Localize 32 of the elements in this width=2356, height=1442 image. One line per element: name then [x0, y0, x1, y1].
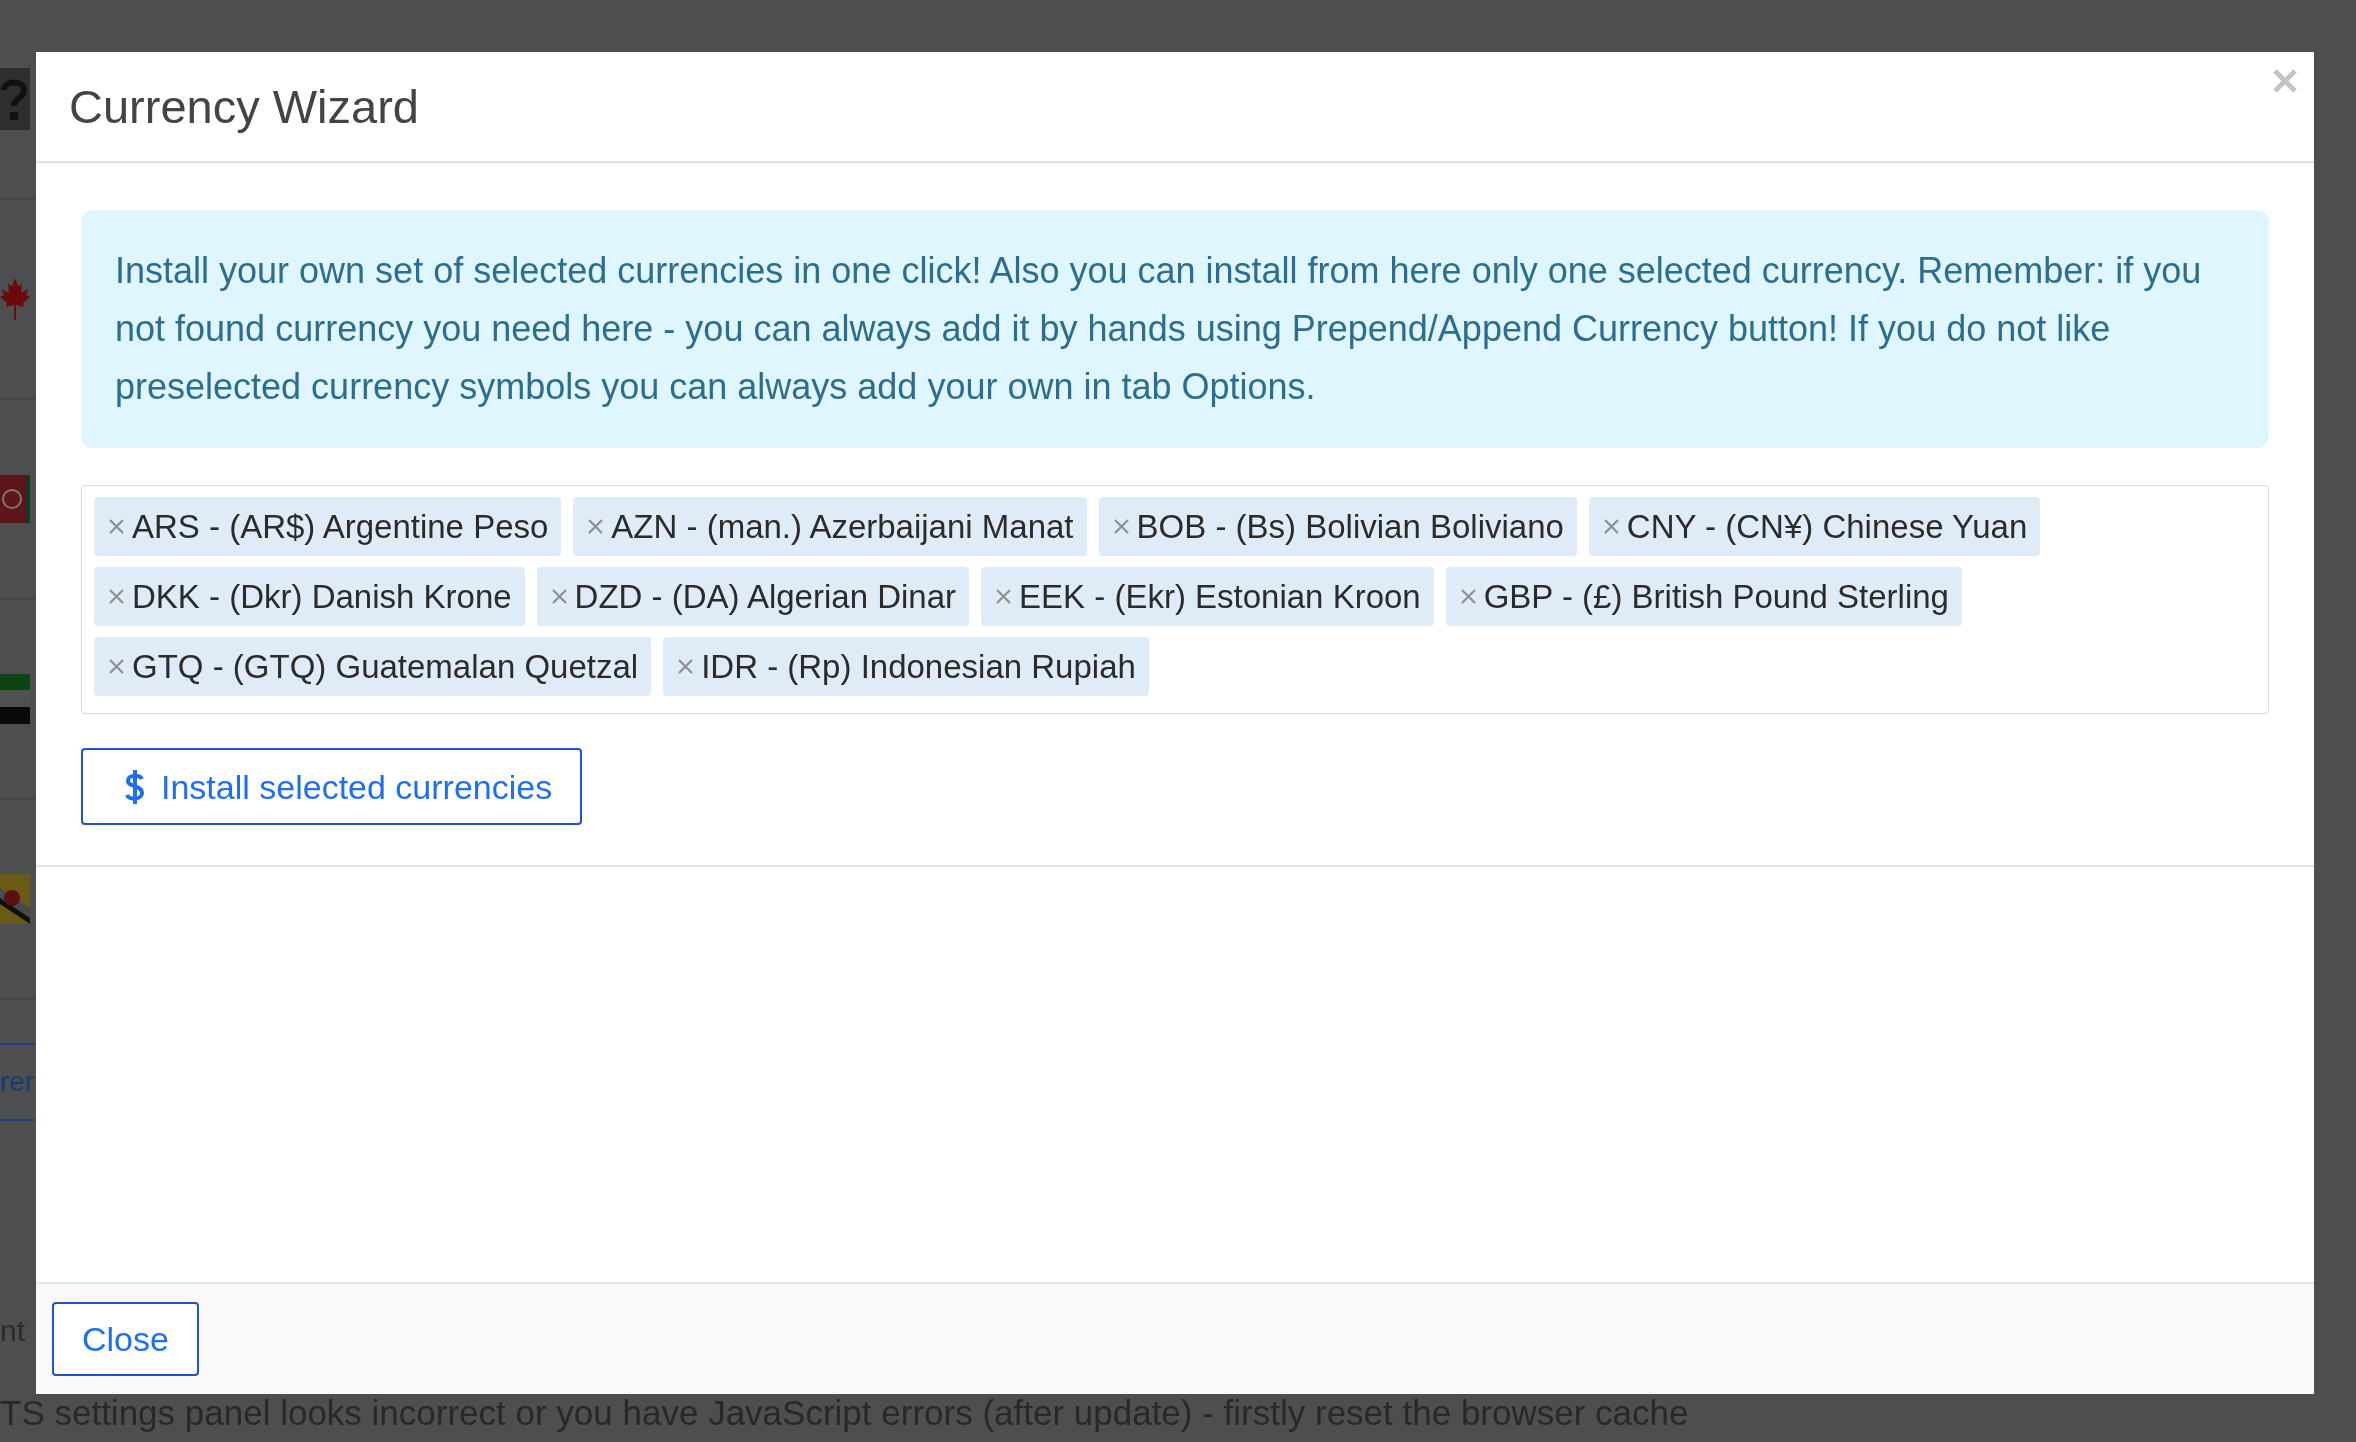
remove-icon[interactable]	[1603, 519, 1619, 534]
close-button[interactable]: Close	[52, 1302, 199, 1376]
remove-icon[interactable]	[996, 589, 1012, 604]
flag-icon	[0, 874, 30, 924]
remove-icon[interactable]	[588, 519, 604, 534]
currency-select-field[interactable]	[81, 485, 2269, 714]
flag-icon	[0, 475, 30, 523]
currency-label: DKK - (Dkr) Danish Krone	[132, 576, 512, 617]
dollar-icon	[125, 769, 145, 804]
currency-label: GTQ - (GTQ) Guatemalan Quetzal	[132, 646, 639, 687]
install-button[interactable]: Install selected currencies	[81, 748, 583, 825]
question-mark-icon	[0, 68, 30, 130]
currency-label: ARS - (AR$) Argentine Peso	[132, 506, 549, 547]
currency-label: CNY - (CN¥) Chinese Yuan	[1626, 506, 2028, 547]
remove-icon[interactable]	[109, 659, 124, 674]
remove-icon[interactable]	[1113, 519, 1129, 534]
currency-label: DZD - (DA) Algerian Dinar	[574, 576, 957, 617]
flag-icon	[0, 674, 30, 724]
currency-label: AZN - (man.) Azerbaijani Manat	[611, 506, 1074, 547]
maple-leaf-icon	[0, 278, 30, 320]
remove-icon[interactable]	[1460, 589, 1476, 604]
info-message: Install your own set of selected currencies in one click! Also you can install from here only one selected currency. Remember: if you not found currency you need here - you can always add it by hands using Prepend/Append Currency button! If you do not like preselected currency symbols you can always add your own in tab Options.	[81, 210, 2269, 448]
remove-icon[interactable]	[109, 589, 124, 604]
currency-label: GBP - (£) British Pound Sterling	[1483, 576, 1949, 617]
close-icon[interactable]	[2272, 68, 2298, 94]
remove-icon[interactable]	[678, 659, 694, 674]
currency-label: BOB - (Bs) Bolivian Boliviano	[1136, 506, 1564, 547]
remove-icon[interactable]	[109, 519, 124, 534]
currency-label: IDR - (Rp) Indonesian Rupiah	[701, 646, 1136, 687]
currency-label: EEK - (Ekr) Estonian Kroon	[1019, 576, 1421, 617]
dialog-title: Currency Wizard	[69, 79, 419, 134]
remove-icon[interactable]	[551, 589, 567, 604]
